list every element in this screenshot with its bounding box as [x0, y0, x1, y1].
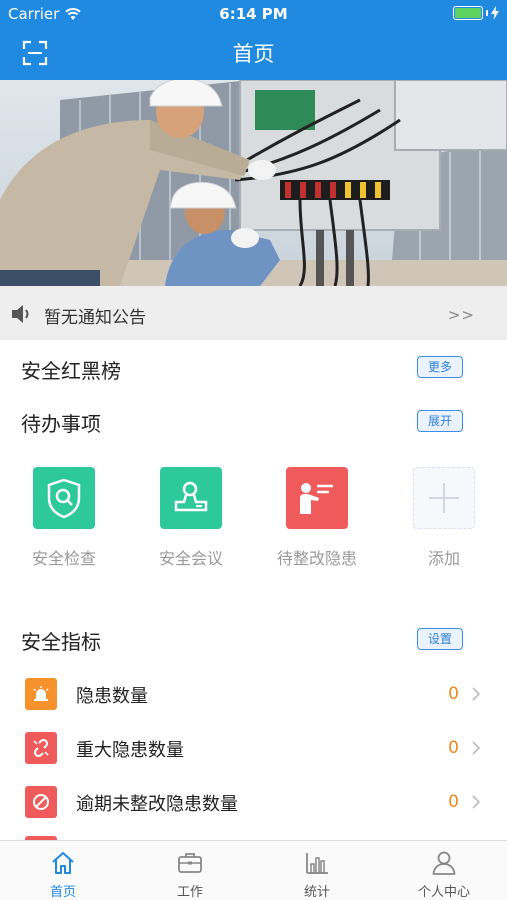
- metric-row-overdue-hazards[interactable]: 逾期未整改隐患数量 0: [0, 782, 507, 822]
- plus-icon: [413, 467, 475, 529]
- banner-image[interactable]: [0, 80, 507, 286]
- speaker-icon: [12, 305, 29, 323]
- task-label: 安全检查: [31, 549, 96, 568]
- todo-expand-button[interactable]: 展开: [417, 410, 463, 432]
- home-icon: [52, 852, 74, 874]
- task-label: 安全会议: [158, 549, 223, 568]
- tab-label: 个人中心: [417, 885, 470, 900]
- task-safety-meeting[interactable]: 安全会议: [136, 467, 246, 569]
- photo-banner-icon: [0, 80, 507, 286]
- tab-label: 首页: [49, 885, 76, 900]
- tab-home[interactable]: 首页: [0, 841, 126, 900]
- rank-more-button[interactable]: 更多: [417, 356, 463, 378]
- metric-count: 0: [448, 792, 459, 812]
- battery-indicator: [453, 6, 499, 20]
- app-header: Carrier 6:14 PM 首页: [0, 0, 507, 80]
- metric-count: 0: [448, 738, 459, 758]
- metric-row-hazards[interactable]: 隐患数量 0: [0, 674, 507, 714]
- metric-count: 0: [448, 684, 459, 704]
- metrics-section-title: 安全指标: [21, 630, 101, 654]
- person-icon: [432, 851, 456, 875]
- notice-text: 暂无通知公告: [44, 308, 146, 328]
- alarm-bell-icon: [25, 678, 57, 710]
- todo-grid: 安全检查 安全会议 待整改隐患 添加: [0, 467, 507, 577]
- tab-label: 统计: [303, 885, 330, 900]
- charging-bolt-icon: [491, 6, 499, 20]
- metric-name: 隐患数量: [76, 686, 148, 707]
- presenter-board-icon: [286, 467, 348, 529]
- status-bar: Carrier 6:14 PM: [0, 0, 507, 28]
- task-safety-inspection[interactable]: 安全检查: [9, 467, 119, 569]
- briefcase-icon: [178, 853, 202, 873]
- chevron-right-icon: [472, 687, 481, 701]
- rank-section-title: 安全红黑榜: [21, 359, 121, 383]
- tab-label: 工作: [176, 885, 203, 900]
- chevron-right-icon: [472, 795, 481, 809]
- metric-row-major-hazards[interactable]: 重大隐患数量 0: [0, 728, 507, 768]
- tab-bar: 首页 工作 统计 个人中心: [0, 840, 507, 900]
- notice-bar[interactable]: 暂无通知公告 >>: [0, 286, 507, 340]
- page-title: 首页: [232, 42, 275, 66]
- todo-section-title: 待办事项: [21, 412, 101, 436]
- notice-more-link[interactable]: >>: [448, 306, 475, 324]
- shield-search-icon: [33, 467, 95, 529]
- metrics-settings-button[interactable]: 设置: [417, 628, 463, 650]
- meeting-stamp-icon: [160, 467, 222, 529]
- metric-name: 重大隐患数量: [76, 740, 184, 761]
- battery-icon: [453, 6, 483, 20]
- chevron-right-icon: [472, 741, 481, 755]
- bar-chart-icon: [306, 853, 328, 874]
- tab-profile[interactable]: 个人中心: [381, 841, 507, 900]
- task-pending-hazards[interactable]: 待整改隐患: [262, 467, 372, 569]
- metric-name: 逾期未整改隐患数量: [76, 794, 238, 815]
- task-label: 待整改隐患: [276, 549, 357, 568]
- task-add[interactable]: 添加: [389, 467, 499, 569]
- task-label: 添加: [427, 549, 460, 568]
- tab-work[interactable]: 工作: [127, 841, 253, 900]
- forbidden-circle-icon: [25, 786, 57, 818]
- status-time: 6:14 PM: [219, 5, 288, 23]
- tab-statistics[interactable]: 统计: [254, 841, 380, 900]
- broken-link-icon: [25, 732, 57, 764]
